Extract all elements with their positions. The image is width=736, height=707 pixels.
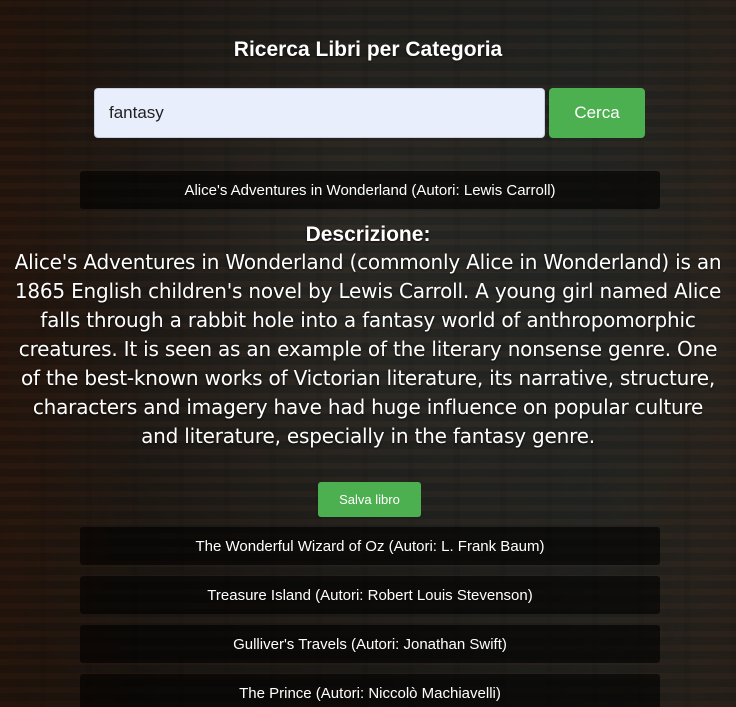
book-result[interactable]: Gulliver's Travels (Autori: Jonathan Swi… [80,625,660,663]
book-result-selected[interactable]: Alice's Adventures in Wonderland (Autori… [80,171,660,209]
app-container: Ricerca Libri per Categoria Cerca Alice'… [0,0,736,707]
page-title: Ricerca Libri per Categoria [233,38,503,61]
book-result[interactable]: The Wonderful Wizard of Oz (Autori: L. F… [80,527,660,565]
book-description: Descrizione: Alice's Adventures in Wonde… [14,222,722,451]
category-search-input[interactable] [94,88,545,138]
search-button[interactable]: Cerca [549,88,645,138]
description-heading: Descrizione: [305,223,431,246]
book-result[interactable]: The Prince (Autori: Niccolò Machiavelli) [80,674,660,707]
save-book-button[interactable]: Salva libro [318,482,421,517]
book-result[interactable]: Treasure Island (Autori: Robert Louis St… [80,576,660,614]
description-text: Alice's Adventures in Wonderland (common… [14,250,722,448]
